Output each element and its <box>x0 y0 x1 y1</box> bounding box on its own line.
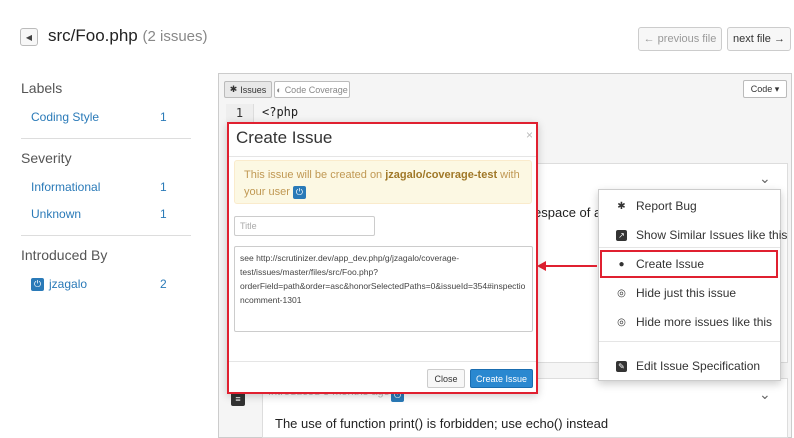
menu-label: Report Bug <box>636 199 697 213</box>
filter-count: 2 <box>160 277 167 291</box>
code-line: <?php <box>262 105 299 119</box>
issue-body-textarea[interactable]: see http://scrutinizer.dev/app_dev.php/g… <box>234 246 533 332</box>
shield-icon: ◐ <box>276 84 282 95</box>
repo-name: jzagalo/coverage-test <box>385 169 498 181</box>
modal-title: Create Issue <box>236 128 333 147</box>
power-icon: ⏻ <box>292 186 306 199</box>
highlight-box <box>600 250 778 278</box>
menu-label: Edit Issue Specification <box>636 359 761 373</box>
code-dropdown-button[interactable]: Code ▾ <box>743 80 787 98</box>
alert-message: This issue will be created on jzagalo/co… <box>244 167 524 201</box>
filter-unknown[interactable]: Unknown <box>31 207 81 221</box>
menu-label: Hide more issues like this <box>636 315 773 329</box>
page-title: src/Foo.php (2 issues) <box>48 26 208 46</box>
edit-icon: ✎ <box>616 360 627 372</box>
menu-report-bug[interactable]: ✱ Report Bug <box>616 199 697 213</box>
back-button[interactable]: ◀ <box>20 28 38 46</box>
file-path: src/Foo.php <box>48 26 138 45</box>
divider <box>21 235 191 236</box>
next-file-button[interactable]: next file → <box>727 27 791 51</box>
divider <box>599 247 780 248</box>
menu-hide-more[interactable]: ◎ Hide more issues like this <box>616 315 772 329</box>
filter-user-jzagalo[interactable]: ⏻ jzagalo <box>31 277 87 291</box>
close-button[interactable]: Close <box>427 369 465 388</box>
tab-code-coverage[interactable]: ◐ Code Coverage <box>274 81 350 98</box>
issue-type-icon: ≡ <box>231 392 245 406</box>
eye-slash-icon: ◎ <box>617 287 626 299</box>
issue-count: (2 issues) <box>142 28 208 45</box>
filter-count: 1 <box>160 110 167 124</box>
menu-label: Hide just this issue <box>636 286 737 300</box>
chevron-down-icon[interactable]: ⌄ <box>759 170 771 187</box>
divider <box>229 361 536 362</box>
tab-label: Issues <box>240 84 267 95</box>
line-number: 1 <box>226 104 254 122</box>
title-input[interactable] <box>234 216 375 236</box>
menu-hide-this[interactable]: ◎ Hide just this issue <box>616 286 736 300</box>
alert-prefix: This issue will be created on <box>244 169 386 181</box>
introduced-heading: Introduced By <box>21 247 108 263</box>
arrow-head <box>537 261 546 271</box>
external-link-icon: ↗ <box>616 229 627 241</box>
menu-label: Show Similar Issues like this <box>636 228 788 242</box>
menu-edit-spec[interactable]: ✎ Edit Issue Specification <box>616 359 760 373</box>
tab-issues[interactable]: ✱ Issues <box>224 81 272 98</box>
filter-informational[interactable]: Informational <box>31 180 100 194</box>
filter-count: 1 <box>160 180 167 194</box>
power-icon: ⏻ <box>31 277 44 291</box>
previous-file-button[interactable]: ← previous file <box>638 27 722 51</box>
close-icon[interactable]: × <box>526 128 533 142</box>
divider <box>21 138 191 139</box>
annotation-arrow <box>544 265 597 267</box>
filter-count: 1 <box>160 207 167 221</box>
caret-left-icon: ◀ <box>25 32 33 42</box>
severity-heading: Severity <box>21 150 72 166</box>
create-issue-button[interactable]: Create Issue <box>470 369 533 388</box>
issue-actions-menu <box>598 189 781 381</box>
issue-message: espace of at <box>534 205 605 220</box>
chevron-down-icon[interactable]: ⌄ <box>759 386 771 403</box>
divider <box>599 341 780 342</box>
user-name: jzagalo <box>49 277 88 291</box>
eye-slash-icon: ◎ <box>617 316 626 328</box>
tab-label: Code Coverage <box>284 84 348 95</box>
menu-show-similar[interactable]: ↗ Show Similar Issues like this <box>616 228 787 242</box>
bug-icon: ✱ <box>229 84 238 94</box>
divider <box>229 156 536 157</box>
labels-heading: Labels <box>21 80 63 96</box>
bug-icon: ✱ <box>617 200 626 212</box>
filter-coding-style[interactable]: Coding Style <box>31 110 99 124</box>
issue-message: The use of function print() is forbidden… <box>275 416 609 431</box>
